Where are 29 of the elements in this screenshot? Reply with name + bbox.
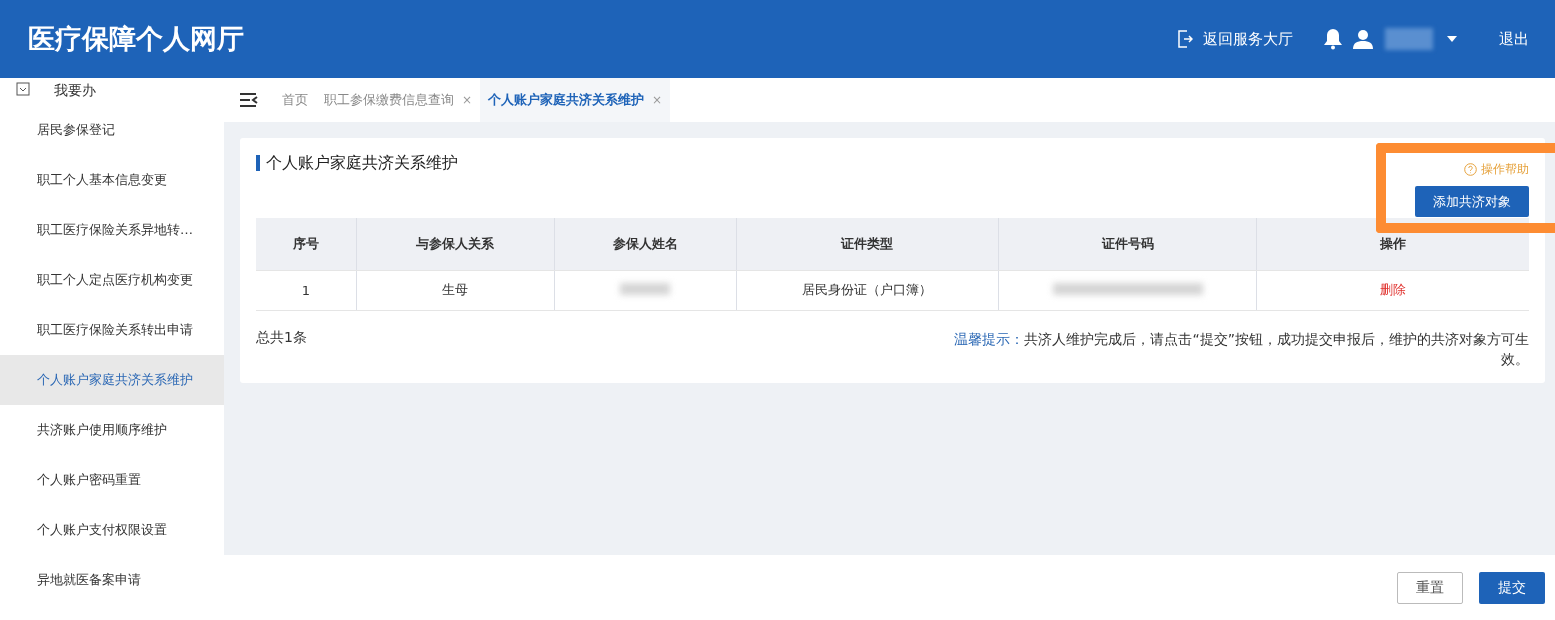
column-header: 序号 [256, 218, 357, 270]
caret-icon[interactable] [1447, 36, 1457, 42]
column-header: 参保人姓名 [554, 218, 737, 270]
bell-icon[interactable] [1323, 28, 1343, 50]
question-icon [1464, 163, 1477, 176]
total-count: 总共1条 [256, 328, 307, 347]
column-header: 与参保人关系 [356, 218, 555, 270]
column-header: 证件号码 [998, 218, 1257, 270]
exit-door-icon [1177, 30, 1193, 48]
panel-title: 个人账户家庭共济关系维护 [256, 155, 458, 171]
blurred-username [1385, 28, 1433, 50]
logout-link[interactable]: 退出 [1499, 29, 1529, 49]
tip-text: 温馨提示：共济人维护完成后，请点击“提交”按钮，成功提交申报后，维护的共济对象方可生效。 [953, 329, 1529, 369]
table-cell: 1 [256, 270, 357, 310]
delete-link[interactable]: 删除 [1380, 282, 1407, 297]
blurred-name [620, 282, 671, 295]
sidebar-group-label[interactable]: 我要办 [54, 82, 96, 100]
table-cell: 居民身份证（户口簿） [736, 270, 999, 310]
add-button[interactable]: 添加共济对象 [1415, 186, 1529, 217]
tab[interactable]: 个人账户家庭共济关系维护 × [480, 78, 671, 122]
column-header: 证件类型 [736, 218, 999, 270]
app-title: 医疗保障个人网厅 [28, 22, 245, 56]
sidebar-item[interactable]: 个人账户家庭共济关系维护 [0, 355, 224, 405]
table-cell: 生母 [356, 270, 555, 310]
submit-button[interactable]: 提交 [1479, 571, 1545, 604]
reset-button[interactable]: 重置 [1397, 571, 1463, 604]
user-icon[interactable] [1353, 29, 1373, 49]
menu-icon[interactable] [240, 93, 258, 107]
back-link[interactable]: 返回服务大厅 [1177, 29, 1293, 49]
